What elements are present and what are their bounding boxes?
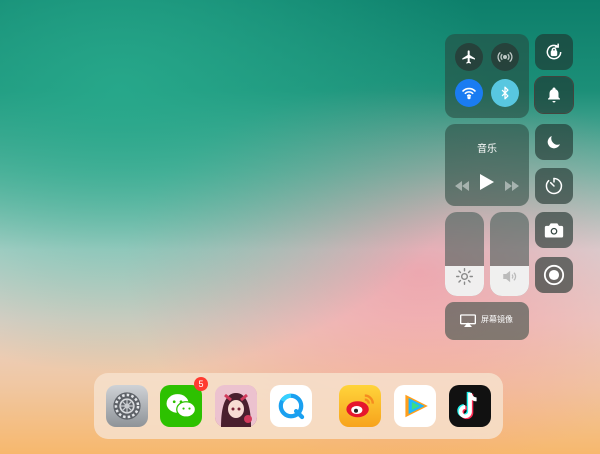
screen-mirroring-icon xyxy=(460,314,476,327)
weibo-app[interactable] xyxy=(339,385,381,427)
bluetooth-toggle[interactable] xyxy=(491,79,519,107)
tiktok-note-icon xyxy=(457,391,477,420)
browser-app[interactable] xyxy=(270,385,312,427)
connectivity-tile xyxy=(445,34,529,118)
wechat-icon xyxy=(166,394,197,418)
anime-character-icon xyxy=(215,385,257,427)
record-icon xyxy=(543,264,565,286)
speaker-icon xyxy=(502,269,517,288)
timer-button[interactable] xyxy=(535,168,573,204)
play-button[interactable] xyxy=(480,174,494,194)
sun-icon xyxy=(456,268,473,289)
previous-track-button[interactable] xyxy=(455,176,469,195)
timer-icon xyxy=(545,177,563,195)
brightness-slider[interactable] xyxy=(445,212,484,296)
fast-forward-icon xyxy=(505,181,519,191)
music-title: 音乐 xyxy=(477,144,497,155)
cellular-toggle[interactable] xyxy=(491,43,519,71)
camera-button[interactable] xyxy=(535,212,573,248)
orientation-lock-icon xyxy=(546,43,562,60)
video-play-icon xyxy=(405,394,428,418)
do-not-disturb-toggle[interactable] xyxy=(535,124,573,160)
game-app[interactable] xyxy=(215,385,257,427)
cellular-antenna-icon xyxy=(497,51,513,63)
camera-icon xyxy=(544,223,564,238)
volume-slider[interactable] xyxy=(490,212,529,296)
wifi-toggle[interactable] xyxy=(455,79,483,107)
browser-q-icon xyxy=(278,393,305,420)
weibo-icon xyxy=(346,394,374,418)
screen-recording-button[interactable] xyxy=(535,257,573,293)
screen-mirroring-label: 屏幕镜像 xyxy=(481,315,513,324)
tencent-video-app[interactable] xyxy=(394,385,436,427)
moon-icon xyxy=(547,136,560,149)
music-tile: 音乐 xyxy=(445,124,529,206)
settings-app[interactable] xyxy=(106,385,148,427)
gear-icon xyxy=(113,392,141,420)
tiktok-app[interactable] xyxy=(449,385,491,427)
mute-toggle[interactable] xyxy=(534,76,574,114)
dock: 5 xyxy=(94,373,503,439)
wechat-app[interactable]: 5 xyxy=(160,377,208,427)
airplane-icon xyxy=(462,50,475,64)
bluetooth-icon xyxy=(501,86,509,100)
play-icon xyxy=(480,174,494,190)
airplane-mode-toggle[interactable] xyxy=(455,43,483,71)
bell-icon xyxy=(548,87,560,103)
next-track-button[interactable] xyxy=(505,176,519,195)
wechat-notification-badge: 5 xyxy=(194,377,208,391)
orientation-lock-toggle[interactable] xyxy=(535,34,573,70)
rewind-icon xyxy=(455,181,469,191)
screen-mirroring-button[interactable]: 屏幕镜像 xyxy=(445,302,529,340)
wifi-icon xyxy=(462,87,476,100)
